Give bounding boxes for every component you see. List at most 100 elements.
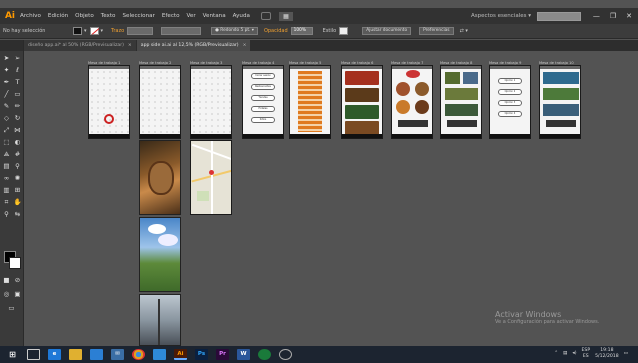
- calendar-icon[interactable]: [153, 349, 166, 360]
- artboard-1[interactable]: [88, 65, 130, 139]
- color-mode-icon[interactable]: ■: [2, 276, 11, 285]
- menu-efecto[interactable]: Efecto: [162, 13, 180, 19]
- fill-swatch[interactable]: [9, 257, 21, 269]
- clock[interactable]: 19:18 5/12/2018: [595, 348, 619, 360]
- direct-selection-icon[interactable]: ➢: [13, 54, 22, 63]
- bridge-icon[interactable]: [260, 12, 271, 20]
- cortana-icon[interactable]: [279, 349, 292, 360]
- artboard-4[interactable]: Iniciar sesión Restaurantes Tiendas Hote…: [242, 65, 284, 139]
- menu-ayuda[interactable]: Ayuda: [233, 13, 250, 19]
- file-explorer-icon[interactable]: [69, 349, 82, 360]
- document-setup-button[interactable]: Ajustar documento: [362, 27, 412, 35]
- artboard-5[interactable]: [289, 65, 331, 139]
- close-icon[interactable]: ×: [243, 43, 247, 48]
- stroke-weight-field[interactable]: [127, 27, 154, 35]
- map-artboard[interactable]: [190, 140, 232, 215]
- tab-diseno-app[interactable]: diseño app.ai* al 50% (RGB/Previsualizar…: [24, 40, 136, 51]
- language-indicator[interactable]: ESP ES: [582, 348, 591, 360]
- artboard-3[interactable]: [190, 65, 232, 139]
- stroke-color-swatch[interactable]: [89, 27, 99, 35]
- opacity-label[interactable]: Opacidad: [264, 28, 288, 34]
- task-view-icon[interactable]: [27, 349, 40, 360]
- menu-edicion[interactable]: Edición: [48, 13, 68, 19]
- street-photo[interactable]: [139, 294, 181, 346]
- artboard-6[interactable]: [341, 65, 383, 139]
- artboard-2[interactable]: [139, 65, 181, 139]
- menu-texto[interactable]: Texto: [101, 13, 116, 19]
- chevron-up-icon[interactable]: ⌃: [554, 351, 558, 357]
- opacity-field[interactable]: 100%: [290, 27, 313, 35]
- photoshop-icon[interactable]: Ps: [195, 349, 208, 360]
- store-icon[interactable]: [90, 349, 103, 360]
- windows-start-icon[interactable]: ⊞: [6, 349, 19, 360]
- perspective-grid-icon[interactable]: ⟁: [2, 150, 11, 159]
- brush-definition-dropdown[interactable]: ● Redondo 5 pt. ▾: [211, 27, 258, 35]
- artboard-7[interactable]: [391, 65, 433, 139]
- eraser-tool-icon[interactable]: ◇: [2, 114, 11, 123]
- workspace-switcher[interactable]: Aspectos esenciales ▾: [471, 13, 531, 19]
- zoom-tool-icon[interactable]: ⚲: [2, 210, 11, 219]
- premiere-icon[interactable]: Pr: [216, 349, 229, 360]
- brush-tool-icon[interactable]: ✎: [2, 102, 11, 111]
- menu-ver[interactable]: Ver: [187, 13, 196, 19]
- minimize-button[interactable]: —: [593, 12, 600, 20]
- chrome-icon[interactable]: [132, 349, 145, 360]
- line-tool-icon[interactable]: ╱: [2, 90, 11, 99]
- artboard-8[interactable]: [440, 65, 482, 139]
- column-graph-icon[interactable]: ▥: [2, 186, 11, 195]
- width-tool-icon[interactable]: ⋈: [13, 126, 22, 135]
- selection-tool-icon[interactable]: ➤: [2, 54, 11, 63]
- canvas[interactable]: Mesa de trabajo 1 Mesa de trabajo 2 Mesa…: [24, 51, 638, 346]
- edge-icon[interactable]: e: [48, 349, 61, 360]
- menu-objeto[interactable]: Objeto: [75, 13, 94, 19]
- hand-tool-icon[interactable]: ✋: [13, 198, 22, 207]
- pencil-tool-icon[interactable]: ✏: [13, 102, 22, 111]
- search-input[interactable]: [537, 12, 581, 21]
- close-button[interactable]: ✕: [626, 12, 632, 20]
- blend-tool-icon[interactable]: ∞: [2, 174, 11, 183]
- preferences-button[interactable]: Preferencias: [419, 27, 454, 35]
- draw-mode-icon[interactable]: ◎: [2, 290, 11, 299]
- notifications-icon[interactable]: ▭: [624, 351, 628, 357]
- variable-width-profile[interactable]: [161, 27, 202, 35]
- menu-archivo[interactable]: Archivo: [20, 13, 41, 19]
- arrange-documents-icon[interactable]: ▦: [278, 11, 293, 21]
- tab-app-side[interactable]: app side ai.ai al 12,5% (RGB/Previsualiz…: [136, 40, 251, 51]
- baseball-glove-photo[interactable]: [139, 140, 181, 215]
- volume-icon[interactable]: ◂): [572, 351, 576, 357]
- scale-tool-icon[interactable]: ⤢: [2, 126, 11, 135]
- eyedropper-icon[interactable]: ⚲: [13, 162, 22, 171]
- menu-ventana[interactable]: Ventana: [203, 13, 226, 19]
- word-icon[interactable]: W: [237, 349, 250, 360]
- artboard-tool-icon[interactable]: ⊞: [13, 186, 22, 195]
- rectangle-tool-icon[interactable]: ▭: [13, 90, 22, 99]
- symbol-sprayer-icon[interactable]: ✺: [13, 174, 22, 183]
- magic-wand-icon[interactable]: ✦: [2, 66, 11, 75]
- mesh-tool-icon[interactable]: #: [13, 150, 22, 159]
- menu-seleccionar[interactable]: Seleccionar: [122, 13, 154, 19]
- slice-tool-icon[interactable]: ⌗: [2, 198, 11, 207]
- pen-tool-icon[interactable]: ✒: [2, 78, 11, 87]
- artboard-10[interactable]: [539, 65, 581, 139]
- none-mode-icon[interactable]: ⊘: [13, 276, 22, 285]
- change-screen-mode-icon[interactable]: ▭: [7, 304, 16, 313]
- maximize-button[interactable]: ❐: [610, 12, 616, 20]
- screen-mode-icon[interactable]: ▣: [13, 290, 22, 299]
- close-icon[interactable]: ×: [128, 43, 132, 48]
- network-icon[interactable]: ▤: [563, 351, 567, 357]
- lasso-icon[interactable]: ℓ: [13, 66, 22, 75]
- artboard-9[interactable]: Opción 1 Opción 2 Opción 3 Opción 4: [489, 65, 531, 139]
- mail-icon[interactable]: ✉: [111, 349, 124, 360]
- free-transform-icon[interactable]: ⬚: [2, 138, 11, 147]
- illustrator-taskbar-icon[interactable]: Ai: [174, 349, 187, 360]
- green-app-icon[interactable]: [258, 349, 271, 360]
- arrange-icon[interactable]: ⇄ ▾: [460, 28, 468, 34]
- fill-color-swatch[interactable]: [73, 27, 82, 35]
- swap-colors-icon[interactable]: ⇆: [13, 210, 22, 219]
- rotate-tool-icon[interactable]: ↻: [13, 114, 22, 123]
- gradient-tool-icon[interactable]: ▤: [2, 162, 11, 171]
- type-tool-icon[interactable]: T: [13, 78, 22, 87]
- landscape-photo[interactable]: [139, 217, 181, 292]
- stroke-label[interactable]: Trazo: [111, 28, 124, 34]
- shape-builder-icon[interactable]: ◐: [13, 138, 22, 147]
